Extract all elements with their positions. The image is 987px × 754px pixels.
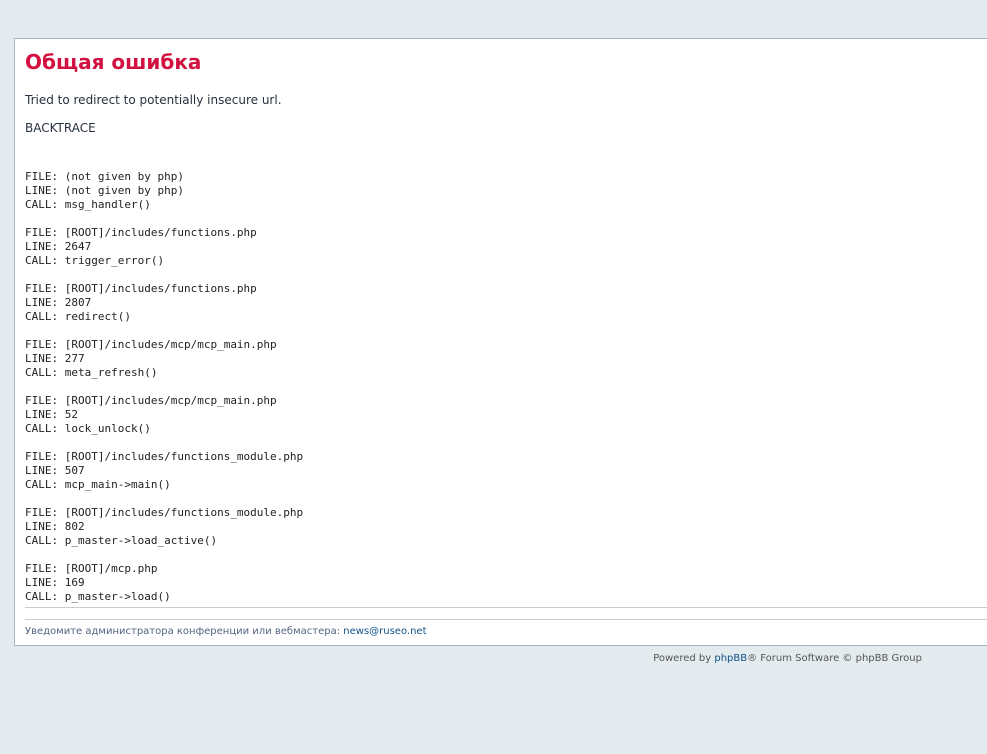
frame-file-label: FILE:: [25, 282, 59, 295]
frame-call-value: msg_handler(): [64, 198, 151, 211]
frame-file-label: FILE:: [25, 450, 59, 463]
backtrace-frame: FILE: (not given by php) LINE: (not given…: [25, 170, 303, 212]
admin-notice: Уведомите администратора конференции или…: [25, 625, 427, 638]
frame-file: FILE: [ROOT]/mcp.php: [25, 562, 303, 576]
frame-file: FILE: [ROOT]/includes/functions_module.p…: [25, 506, 303, 520]
frame-call-label: CALL:: [25, 310, 59, 323]
copyright-prefix: Powered by: [653, 653, 715, 664]
frame-file: FILE: [ROOT]/includes/functions.php: [25, 226, 303, 240]
frame-file: FILE: [ROOT]/includes/mcp/mcp_main.php: [25, 394, 303, 408]
frame-file-label: FILE:: [25, 506, 59, 519]
frame-line-number-value: 2807: [64, 296, 92, 309]
error-message: Tried to redirect to potentially insecur…: [25, 93, 282, 107]
backtrace-frame: FILE: [ROOT]/includes/mcp/mcp_main.php LI…: [25, 394, 303, 436]
frame-line-number-value: 507: [64, 464, 85, 477]
frame-call-value: lock_unlock(): [64, 422, 151, 435]
frame-line-number-label: LINE:: [25, 464, 59, 477]
backtrace-frame: FILE: [ROOT]/includes/functions_module.p…: [25, 450, 303, 492]
frame-line-number-label: LINE:: [25, 408, 59, 421]
frame-line-number-label: LINE:: [25, 184, 59, 197]
backtrace-frame: FILE: [ROOT]/includes/functions.php LINE:…: [25, 226, 303, 268]
frame-file-label: FILE:: [25, 394, 59, 407]
divider: [25, 619, 987, 620]
frame-file-label: FILE:: [25, 562, 59, 575]
frame-call: CALL: p_master->load_active(): [25, 534, 303, 548]
frame-file-value: [ROOT]/mcp.php: [64, 562, 158, 575]
frame-call-label: CALL:: [25, 422, 59, 435]
backtrace-frame: FILE: [ROOT]/includes/mcp/mcp_main.php LI…: [25, 338, 303, 380]
frame-file-value: [ROOT]/includes/mcp/mcp_main.php: [64, 394, 277, 407]
frame-call: CALL: trigger_error(): [25, 254, 303, 268]
frame-line-number-label: LINE:: [25, 576, 59, 589]
frame-call-label: CALL:: [25, 534, 59, 547]
frame-call-value: meta_refresh(): [64, 366, 158, 379]
copyright-footer: Powered by phpBB® Forum Software © phpBB…: [653, 652, 922, 665]
frame-call: CALL: lock_unlock(): [25, 422, 303, 436]
frame-line-number-value: 169: [64, 576, 85, 589]
admin-email-link[interactable]: news@ruseo.net: [343, 626, 426, 637]
frame-line-number: LINE: 2807: [25, 296, 303, 310]
frame-call-value: redirect(): [64, 310, 131, 323]
frame-call: CALL: meta_refresh(): [25, 366, 303, 380]
frame-file: FILE: [ROOT]/includes/mcp/mcp_main.php: [25, 338, 303, 352]
frame-call-value: p_master->load(): [64, 590, 171, 603]
frame-call-value: mcp_main->main(): [64, 478, 171, 491]
backtrace-frame: FILE: [ROOT]/mcp.php LINE: 169 CALL: p_mas…: [25, 562, 303, 604]
frame-call: CALL: p_master->load(): [25, 590, 303, 604]
frame-file-value: [ROOT]/includes/mcp/mcp_main.php: [64, 338, 277, 351]
admin-notice-text: Уведомите администратора конференции или…: [25, 626, 344, 637]
frame-line-number-value: (not given by php): [64, 184, 184, 197]
frame-line-number-label: LINE:: [25, 296, 59, 309]
frame-line-number: LINE: (not given by php): [25, 184, 303, 198]
page-title: Общая ошибка: [25, 50, 202, 74]
frame-call-label: CALL:: [25, 478, 59, 491]
frame-call-label: CALL:: [25, 366, 59, 379]
frame-call-label: CALL:: [25, 590, 59, 603]
frame-file: FILE: [ROOT]/includes/functions_module.p…: [25, 450, 303, 464]
copyright-suffix: ® Forum Software © phpBB Group: [747, 653, 922, 664]
frame-line-number-label: LINE:: [25, 520, 59, 533]
frame-line-number-label: LINE:: [25, 352, 59, 365]
frame-line-number: LINE: 507: [25, 464, 303, 478]
frame-file-value: [ROOT]/includes/functions.php: [64, 226, 257, 239]
frame-line-number-value: 802: [64, 520, 85, 533]
frame-file-value: [ROOT]/includes/functions_module.php: [64, 506, 304, 519]
frame-file: FILE: [ROOT]/includes/functions.php: [25, 282, 303, 296]
frame-file-value: [ROOT]/includes/functions.php: [64, 282, 257, 295]
frame-call: CALL: msg_handler(): [25, 198, 303, 212]
frame-line-number-value: 52: [64, 408, 78, 421]
backtrace-label: BACKTRACE: [25, 121, 96, 135]
phpbb-link[interactable]: phpBB: [714, 653, 747, 664]
frame-call-label: CALL:: [25, 254, 59, 267]
frame-line-number: LINE: 52: [25, 408, 303, 422]
frame-file-value: [ROOT]/includes/functions_module.php: [64, 450, 304, 463]
backtrace-list: FILE: (not given by php) LINE: (not given…: [25, 170, 303, 618]
frame-line-number: LINE: 169: [25, 576, 303, 590]
frame-line-number-label: LINE:: [25, 240, 59, 253]
frame-file-label: FILE:: [25, 226, 59, 239]
frame-call-label: CALL:: [25, 198, 59, 211]
frame-call-value: p_master->load_active(): [64, 534, 218, 547]
divider: [25, 607, 987, 608]
backtrace-frame: FILE: [ROOT]/includes/functions_module.p…: [25, 506, 303, 548]
frame-call: CALL: mcp_main->main(): [25, 478, 303, 492]
frame-call: CALL: redirect(): [25, 310, 303, 324]
backtrace-frame: FILE: [ROOT]/includes/functions.php LINE:…: [25, 282, 303, 324]
frame-file: FILE: (not given by php): [25, 170, 303, 184]
frame-line-number: LINE: 277: [25, 352, 303, 366]
error-panel: Общая ошибка Tried to redirect to potent…: [14, 38, 987, 646]
frame-line-number-value: 2647: [64, 240, 92, 253]
frame-file-value: (not given by php): [64, 170, 184, 183]
frame-line-number: LINE: 802: [25, 520, 303, 534]
frame-line-number: LINE: 2647: [25, 240, 303, 254]
frame-call-value: trigger_error(): [64, 254, 165, 267]
frame-file-label: FILE:: [25, 338, 59, 351]
frame-file-label: FILE:: [25, 170, 59, 183]
frame-line-number-value: 277: [64, 352, 85, 365]
